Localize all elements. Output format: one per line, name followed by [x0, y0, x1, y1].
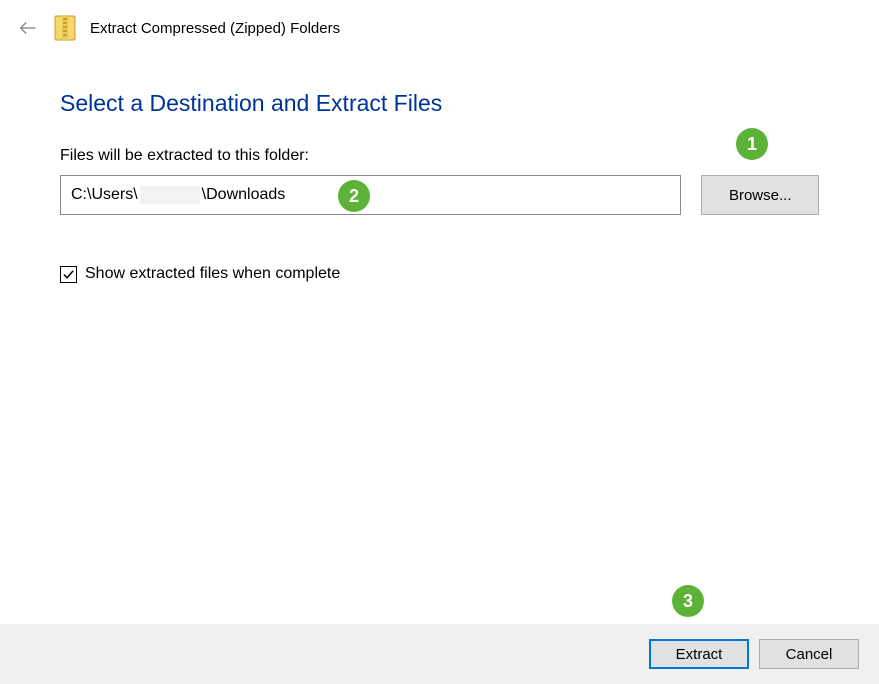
extract-button[interactable]: Extract — [649, 639, 749, 669]
show-extracted-label: Show extracted files when complete — [85, 265, 340, 283]
wizard-footer: Extract Cancel — [0, 624, 879, 684]
wizard-header: Extract Compressed (Zipped) Folders — [0, 0, 879, 50]
cancel-button[interactable]: Cancel — [759, 639, 859, 669]
path-suffix: \Downloads — [202, 186, 286, 204]
annotation-badge-1: 1 — [736, 128, 768, 160]
annotation-badge-2: 2 — [338, 180, 370, 212]
back-arrow-icon — [16, 16, 40, 40]
zip-folder-icon — [54, 14, 76, 42]
show-extracted-checkbox-row: Show extracted files when complete — [60, 265, 819, 283]
destination-label: Files will be extracted to this folder: — [60, 147, 819, 165]
page-title: Select a Destination and Extract Files — [60, 90, 819, 117]
path-prefix: C:\Users\ — [71, 186, 138, 204]
window-title: Extract Compressed (Zipped) Folders — [90, 20, 340, 37]
browse-button[interactable]: Browse... — [701, 175, 819, 215]
show-extracted-checkbox[interactable] — [60, 266, 77, 283]
destination-path-input[interactable]: C:\Users\ \Downloads — [60, 175, 681, 215]
annotation-badge-3: 3 — [672, 585, 704, 617]
destination-row: C:\Users\ \Downloads Browse... — [60, 175, 819, 215]
wizard-content: Select a Destination and Extract Files F… — [0, 50, 879, 283]
path-redacted-segment — [140, 186, 200, 204]
